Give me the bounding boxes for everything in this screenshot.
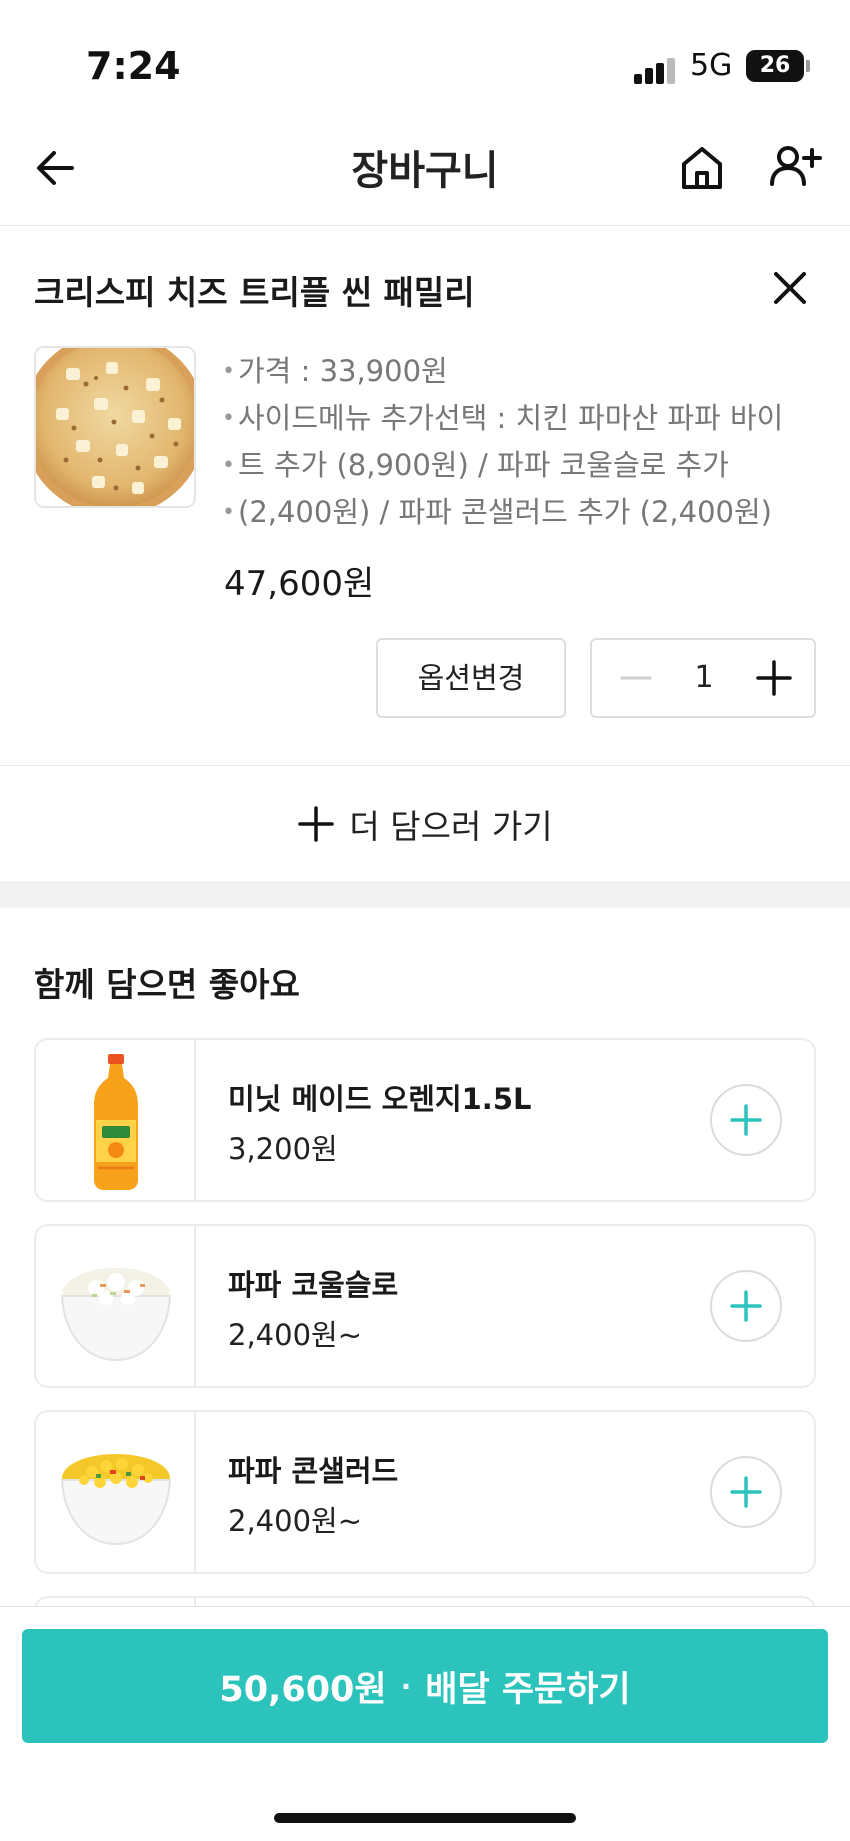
add-recommendation-button[interactable] <box>710 1270 782 1342</box>
add-more-label: 더 담으러 가기 <box>349 807 553 846</box>
corn-salad-bowl-image <box>36 1412 196 1572</box>
add-user-icon <box>770 146 822 186</box>
plus-icon <box>730 1476 762 1508</box>
order-separator: · <box>400 1669 412 1703</box>
cart-item-name: 크리스피 치즈 트리플 씬 패밀리 <box>34 273 475 312</box>
coleslaw-bowl-image <box>36 1226 196 1386</box>
plus-icon <box>730 1290 762 1322</box>
add-recommendation-button[interactable] <box>710 1084 782 1156</box>
section-divider <box>0 882 850 908</box>
plus-icon <box>298 806 335 842</box>
recommendation-price: 3,200원 <box>228 1132 338 1166</box>
cart-item-total: 47,600원 <box>224 564 375 604</box>
signal-strength-icon <box>634 58 678 84</box>
home-indicator <box>274 1813 576 1823</box>
recommendation-card[interactable]: 파파 코울슬로 2,400원~ <box>34 1224 816 1388</box>
bottom-order-bar: 50,600원 · 배달 주문하기 <box>0 1606 850 1841</box>
recommendation-section: 함께 담으면 좋아요 미닛 메이드 오렌지1.5L 3,200원 파파 코울슬로… <box>0 908 850 1760</box>
order-amount: 50,600원 <box>219 1669 387 1710</box>
status-bar: 7:24 5G 26 <box>0 0 850 118</box>
option-change-button[interactable]: 옵션변경 <box>376 638 566 718</box>
close-icon <box>774 272 806 304</box>
order-label: 배달 주문하기 <box>425 1669 631 1710</box>
network-label: 5G <box>690 48 733 83</box>
remove-item-button[interactable] <box>768 266 812 310</box>
option-side-menu: 사이드메뉴 추가선택 : 치킨 파마산 파파 바이 <box>222 395 812 442</box>
orange-juice-bottle-image <box>36 1040 196 1200</box>
plus-icon <box>756 660 792 696</box>
cart-item: 크리스피 치즈 트리플 씬 패밀리 • 가격: 33,900원 • 사이드메뉴… <box>0 226 850 766</box>
quantity-value: 1 <box>694 660 714 695</box>
add-more-button[interactable]: 더 담으러 가기 <box>0 766 850 882</box>
pizza-image <box>34 346 196 508</box>
option-side-menu-cont: 트 추가 (8,900원) / 파파 코울슬로 추가 <box>222 442 812 489</box>
add-user-button[interactable] <box>764 138 824 194</box>
battery-icon: 26 <box>746 50 804 82</box>
quantity-decrease-button[interactable] <box>618 660 654 696</box>
recommendation-card[interactable]: 미닛 메이드 오렌지1.5L 3,200원 <box>34 1038 816 1202</box>
recommendation-price: 2,400원~ <box>228 1318 362 1352</box>
option-side-menu-cont: (2,400원) / 파파 콘샐러드 추가 (2,400원) <box>222 489 812 536</box>
home-icon <box>682 147 722 189</box>
home-button[interactable] <box>674 140 730 196</box>
recommendation-card[interactable]: 파파 콘샐러드 2,400원~ <box>34 1410 816 1574</box>
recommendation-name: 미닛 메이드 오렌지1.5L <box>228 1082 532 1116</box>
quantity-stepper: 1 <box>590 638 816 718</box>
quantity-increase-button[interactable] <box>754 658 794 698</box>
cart-item-options: 가격 : 33,900원 사이드메뉴 추가선택 : 치킨 파마산 파파 바이 트… <box>222 348 812 536</box>
minus-icon <box>620 676 652 680</box>
add-recommendation-button[interactable] <box>710 1456 782 1528</box>
battery-cap <box>806 60 810 72</box>
battery-level: 26 <box>759 53 791 78</box>
plus-icon <box>730 1104 762 1136</box>
recommendation-title: 함께 담으면 좋아요 <box>34 965 300 1004</box>
recommendation-name: 파파 콘샐러드 <box>228 1454 399 1488</box>
option-price: 가격 : 33,900원 <box>222 348 812 395</box>
header: 장바구니 <box>0 118 850 226</box>
recommendation-price: 2,400원~ <box>228 1504 362 1538</box>
order-button[interactable]: 50,600원 · 배달 주문하기 <box>22 1629 828 1743</box>
status-time: 7:24 <box>86 44 181 88</box>
recommendation-name: 파파 코울슬로 <box>228 1268 399 1302</box>
